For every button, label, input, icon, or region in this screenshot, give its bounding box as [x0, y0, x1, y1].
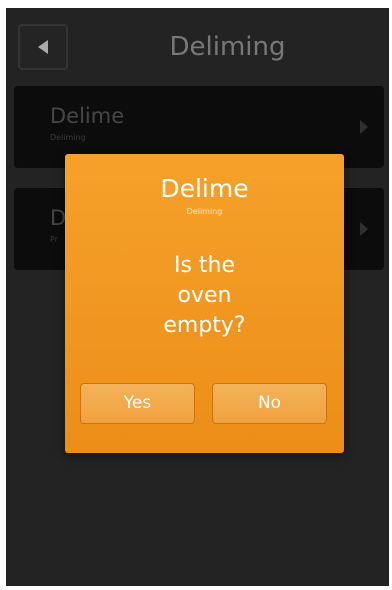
dialog-question: Is the oven empty? — [163, 253, 246, 338]
confirm-dialog: Delime Deliming Is the oven empty? Yes N… — [65, 154, 344, 453]
no-button[interactable]: No — [212, 383, 327, 424]
dialog-subtitle: Deliming — [186, 207, 223, 216]
yes-button[interactable]: Yes — [80, 383, 195, 424]
device-screen: Deliming Delime Deliming D Pr Delime Del… — [6, 8, 389, 586]
dialog-title: Delime — [160, 174, 249, 203]
